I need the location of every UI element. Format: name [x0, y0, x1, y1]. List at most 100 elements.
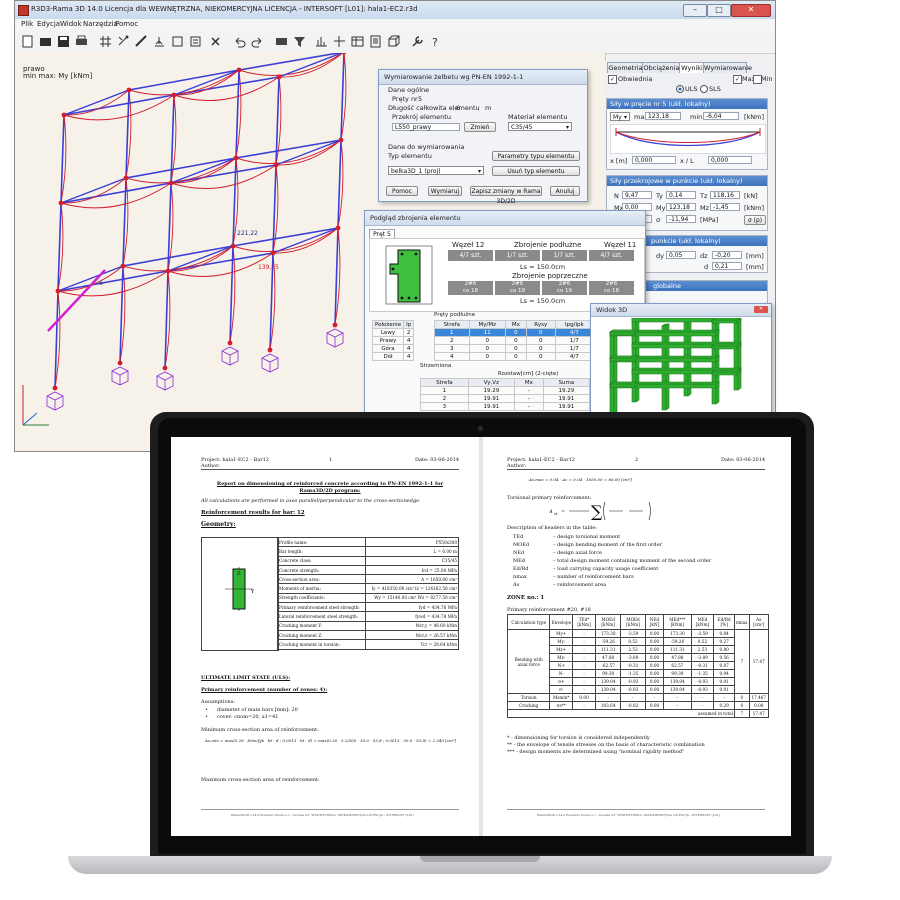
- length-value: 6: [456, 104, 461, 112]
- table-row[interactable]: 1 19.29-19.29: [420, 386, 591, 395]
- grid-icon[interactable]: [99, 35, 112, 48]
- table-row[interactable]: Prawy 4: [371, 336, 415, 345]
- table-row[interactable]: 4 0 0 0 4/7: [434, 352, 595, 361]
- envelope-checkbox[interactable]: ✓: [608, 75, 617, 84]
- node-marker[interactable]: [61, 112, 67, 118]
- menu-file[interactable]: Plik: [21, 20, 33, 28]
- node-marker[interactable]: [276, 74, 282, 80]
- settings-icon[interactable]: [411, 35, 424, 48]
- cell: 0.00: [644, 677, 665, 686]
- help-button[interactable]: Pomoc: [386, 186, 418, 196]
- cell: L = 6.00 m: [365, 546, 459, 557]
- node-marker[interactable]: [341, 49, 347, 55]
- filter-icon[interactable]: [293, 35, 306, 48]
- report-icon[interactable]: [369, 35, 382, 48]
- node-marker[interactable]: [123, 175, 129, 181]
- node-marker[interactable]: [233, 155, 239, 161]
- menu-tools[interactable]: Narzędzia: [83, 20, 118, 28]
- node-marker[interactable]: [165, 268, 171, 274]
- element-params-button[interactable]: Parametry typu elementu: [492, 151, 580, 161]
- node-marker[interactable]: [168, 180, 174, 186]
- undo-icon[interactable]: [233, 35, 246, 48]
- node-marker[interactable]: [227, 340, 233, 346]
- tab-dimensioning[interactable]: Wymiarowanie: [703, 62, 752, 73]
- minimize-button[interactable]: –: [683, 4, 707, 17]
- loads-icon[interactable]: [275, 35, 288, 48]
- tab-results[interactable]: Wyniki: [679, 62, 705, 73]
- node-marker[interactable]: [126, 87, 132, 93]
- node-marker[interactable]: [267, 347, 273, 353]
- foundation-support: [111, 366, 129, 386]
- section-field[interactable]: L550_prawy: [392, 123, 460, 131]
- max-checkbox[interactable]: ✓: [733, 75, 742, 84]
- results-icon[interactable]: [333, 35, 346, 48]
- menu-edit[interactable]: Edycja: [37, 20, 60, 28]
- cancel-button[interactable]: Anuluj: [550, 186, 580, 196]
- node-marker[interactable]: [117, 360, 123, 366]
- view3d-canvas[interactable]: [592, 318, 770, 418]
- material-select[interactable]: C35/45: [508, 122, 572, 132]
- support-tool-icon[interactable]: [153, 35, 166, 48]
- stress-point-button[interactable]: σ (p): [744, 215, 766, 225]
- element-type-select[interactable]: belka3D_1 (proj): [388, 166, 484, 176]
- help-icon[interactable]: ?: [429, 35, 442, 48]
- node-marker[interactable]: [171, 92, 177, 98]
- table-row[interactable]: Dół 4: [371, 352, 415, 361]
- node-marker[interactable]: [58, 200, 64, 206]
- table-row[interactable]: 2 0 0 0 1/7: [434, 336, 595, 345]
- min-area-formula: As,min = max(0.26 · fctm/fyk · bt · d ; …: [205, 738, 456, 743]
- x-position-field[interactable]: 0,000: [632, 156, 676, 164]
- force-component-select[interactable]: My: [610, 112, 630, 122]
- table-row[interactable]: 3 0 0 0 1/7: [434, 344, 595, 353]
- tab-geometry[interactable]: Geometria: [607, 62, 644, 73]
- node-marker[interactable]: [332, 322, 338, 328]
- change-section-button[interactable]: Zmień: [464, 122, 496, 132]
- sls-radio[interactable]: [700, 85, 708, 93]
- menu-help[interactable]: Pomoc: [115, 20, 138, 28]
- node-marker[interactable]: [236, 67, 242, 73]
- close-button[interactable]: ✕: [731, 4, 771, 17]
- calculate-icon[interactable]: [315, 35, 328, 48]
- uls-radio[interactable]: [676, 85, 684, 93]
- node-marker[interactable]: [335, 225, 341, 231]
- ty-field: 0,14: [666, 191, 696, 199]
- open-file-icon[interactable]: [39, 35, 52, 48]
- table-row[interactable]: Lewy 2: [371, 328, 415, 337]
- node-marker[interactable]: [55, 288, 61, 294]
- save-icon[interactable]: [57, 35, 70, 48]
- new-file-icon[interactable]: [21, 35, 34, 48]
- table-row[interactable]: 1 11 0 0 4/7: [434, 328, 595, 337]
- node-marker[interactable]: [270, 250, 276, 256]
- table-row[interactable]: 3 19.91-19.91: [420, 402, 591, 411]
- view3d-close-icon[interactable]: ✕: [754, 306, 768, 313]
- node-marker[interactable]: [120, 263, 126, 269]
- delete-icon[interactable]: [209, 35, 222, 48]
- menu-view[interactable]: Widok: [60, 20, 82, 28]
- redo-icon[interactable]: [251, 35, 264, 48]
- node-marker[interactable]: [162, 365, 168, 371]
- table-icon[interactable]: [351, 35, 364, 48]
- view3d-icon[interactable]: [387, 35, 400, 48]
- release-tool-icon[interactable]: [171, 35, 184, 48]
- column-header: Ed/Rd [%]: [713, 614, 736, 630]
- properties-tool-icon[interactable]: [189, 35, 202, 48]
- x-ratio-field[interactable]: 0,000: [708, 156, 752, 164]
- transverse-beam: [275, 139, 342, 166]
- print-icon[interactable]: [75, 35, 88, 48]
- dimension-button[interactable]: Wymiaruj: [428, 186, 462, 196]
- node-marker[interactable]: [52, 385, 58, 391]
- table-row[interactable]: 2 19.91-19.91: [420, 394, 591, 403]
- node-marker[interactable]: [338, 137, 344, 143]
- maximize-button[interactable]: □: [707, 4, 731, 17]
- cell: 0.84: [713, 629, 736, 638]
- bar-tool-icon[interactable]: [135, 35, 148, 48]
- delete-type-button[interactable]: Usuń typ elementu: [492, 166, 580, 176]
- cell: 11: [468, 328, 506, 337]
- tab-loads[interactable]: Obciążenia: [642, 62, 681, 73]
- cell: 1/7: [554, 336, 595, 345]
- save-changes-button[interactable]: Zapisz zmiany w Rama 3D/2D: [470, 186, 542, 205]
- node-marker[interactable]: [273, 162, 279, 168]
- table-row[interactable]: Góra 4: [371, 344, 415, 353]
- node-marker[interactable]: [230, 243, 236, 249]
- node-tool-icon[interactable]: [117, 35, 130, 48]
